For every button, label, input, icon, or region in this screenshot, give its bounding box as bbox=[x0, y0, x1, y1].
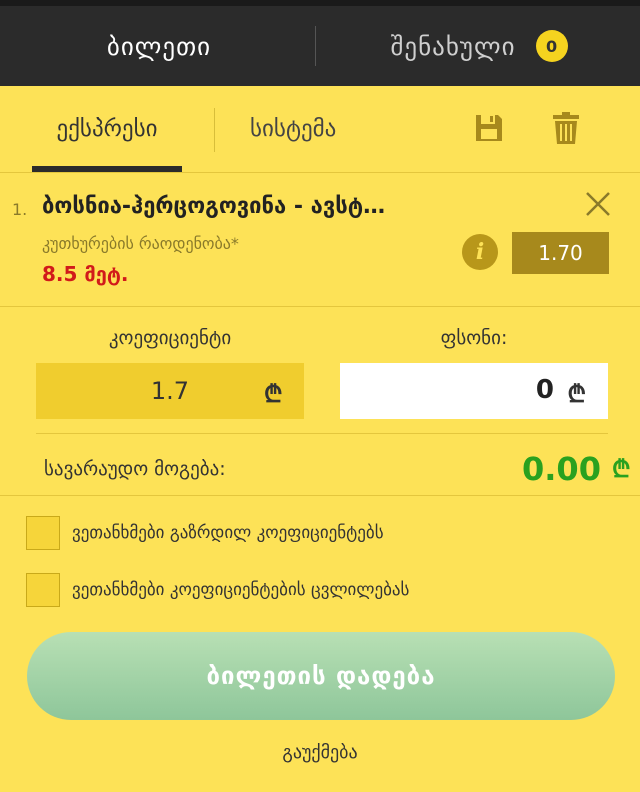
sub-tab-divider bbox=[214, 108, 215, 152]
top-tab-bar: ბილეთი შენახული 0 bbox=[0, 0, 640, 86]
lari-icon: ₾ bbox=[264, 380, 283, 408]
tab-system-label: სისტემა bbox=[250, 116, 337, 142]
floppy-disk-icon bbox=[476, 115, 502, 141]
accept-odds-changes-label: ვეთანხმები კოეფიციენტების ცვლილებას bbox=[72, 580, 410, 600]
accept-increased-odds-option[interactable]: ვეთანხმები გაზრდილ კოეფიციენტებს bbox=[26, 515, 384, 551]
delete-ticket-button[interactable] bbox=[546, 108, 586, 148]
accept-increased-odds-checkbox[interactable] bbox=[26, 516, 60, 550]
stake-label: ფსონი: bbox=[440, 327, 508, 349]
divider bbox=[36, 433, 608, 434]
top-tab-divider bbox=[315, 26, 316, 66]
tab-system[interactable]: სისტემა bbox=[250, 86, 336, 172]
event-title: ბოსნია-ჰერცოგოვინა - ავსტ… bbox=[42, 194, 386, 219]
stake-value: 0 bbox=[535, 375, 554, 405]
bet-type-tabs: ექსპრესი სისტემა bbox=[0, 86, 640, 173]
coefficient-field: 1.7 ₾ bbox=[36, 363, 304, 419]
bet-event-card: 1. ბოსნია-ჰერცოგოვინა - ავსტ… კუთხურების… bbox=[0, 172, 640, 307]
accept-odds-changes-checkbox[interactable] bbox=[26, 573, 60, 607]
info-icon[interactable]: i bbox=[462, 234, 498, 270]
possible-win-value: 0.00 bbox=[522, 450, 601, 488]
place-bet-button[interactable]: ბილეთის დადება bbox=[27, 632, 615, 720]
tab-saved[interactable]: შენახული 0 bbox=[318, 6, 640, 86]
remove-event-button[interactable] bbox=[582, 188, 614, 220]
save-ticket-button[interactable] bbox=[469, 108, 509, 148]
accept-increased-odds-label: ვეთანხმები გაზრდილ კოეფიციენტებს bbox=[72, 523, 384, 543]
coefficient-label: კოეფიციენტი bbox=[108, 327, 232, 349]
possible-win-label: სავარაუდო მოგება: bbox=[44, 458, 226, 480]
accept-odds-changes-option[interactable]: ვეთანხმები კოეფიციენტების ცვლილებას bbox=[26, 572, 409, 608]
event-number: 1. bbox=[12, 200, 28, 219]
tab-saved-label: შენახული bbox=[390, 31, 516, 61]
event-market: კუთხურების რაოდენობა* bbox=[42, 234, 239, 253]
event-selection: 8.5 მეტ. bbox=[42, 262, 129, 286]
divider bbox=[0, 495, 640, 496]
stake-input[interactable]: 0 ₾ bbox=[340, 363, 608, 419]
cancel-button[interactable]: გაუქმება bbox=[0, 742, 640, 763]
tab-express-label: ექსპრესი bbox=[56, 116, 158, 142]
lari-icon: ₾ bbox=[612, 455, 631, 483]
tab-express[interactable]: ექსპრესი bbox=[32, 86, 182, 172]
trash-icon bbox=[553, 112, 579, 144]
saved-count-badge: 0 bbox=[535, 30, 568, 62]
close-icon bbox=[586, 192, 610, 216]
tab-ticket[interactable]: ბილეთი bbox=[0, 6, 318, 86]
event-odds: 1.70 bbox=[512, 232, 609, 274]
lari-icon: ₾ bbox=[567, 380, 586, 408]
tab-ticket-label: ბილეთი bbox=[106, 31, 212, 61]
